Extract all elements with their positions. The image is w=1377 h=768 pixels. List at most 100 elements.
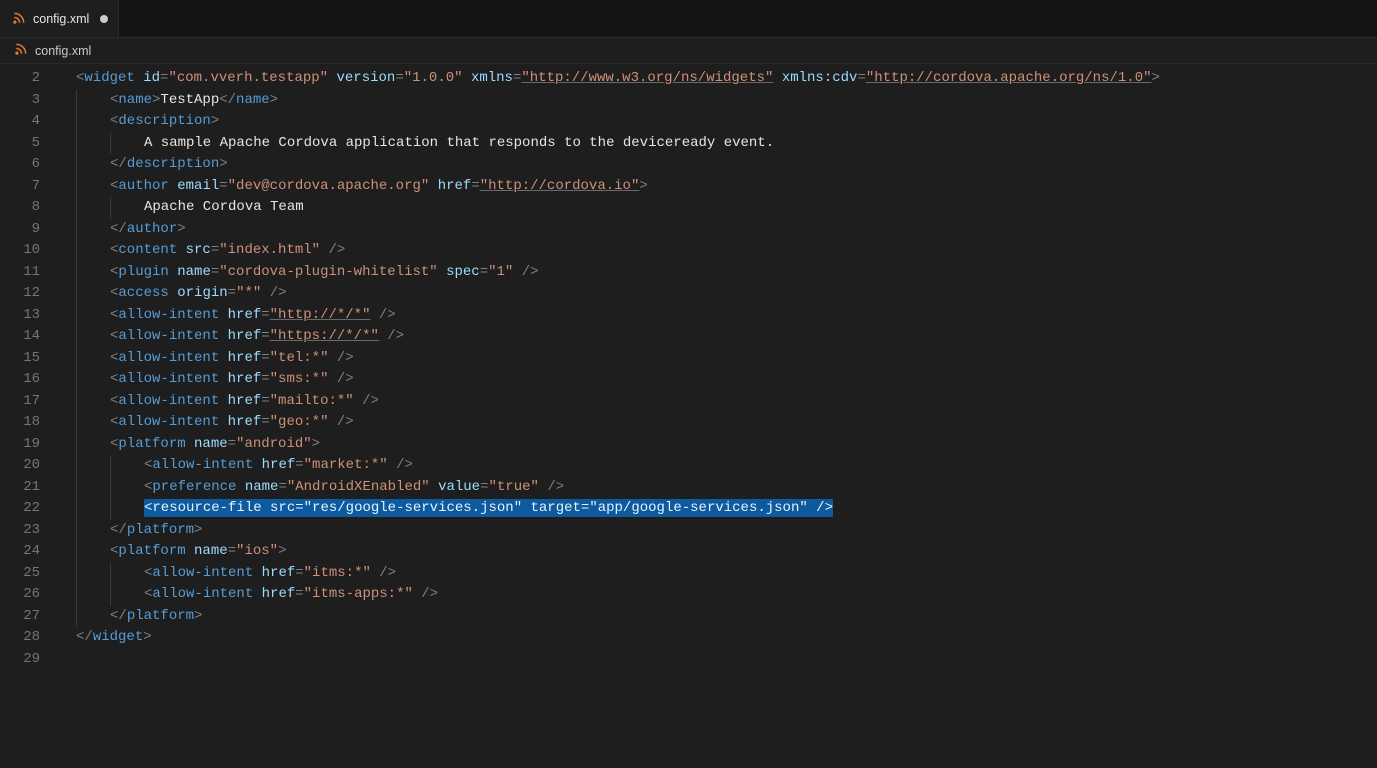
code-line[interactable]: <preference name="AndroidXEnabled" value… — [58, 477, 1377, 499]
token-text — [513, 264, 521, 280]
code-line[interactable] — [58, 649, 1377, 671]
code-line[interactable]: </author> — [58, 219, 1377, 241]
token-text — [463, 70, 471, 86]
code-line[interactable]: </platform> — [58, 520, 1377, 542]
token-attr: target — [531, 500, 581, 516]
token-str: "geo:*" — [270, 414, 329, 430]
token-strl: "http://cordova.io" — [480, 178, 640, 194]
token-text: TestApp — [160, 92, 219, 108]
token-tag: platform — [118, 543, 185, 559]
code-line[interactable]: <allow-intent href="http://*/*" /> — [58, 305, 1377, 327]
token-text — [354, 393, 362, 409]
token-str: "index.html" — [219, 242, 320, 258]
token-punc: </ — [110, 221, 127, 237]
code-line[interactable]: A sample Apache Cordova application that… — [58, 133, 1377, 155]
token-punc: > — [639, 178, 647, 194]
token-punc: = — [261, 393, 269, 409]
line-number: 25 — [0, 563, 58, 585]
token-str: "com.vverh.testapp" — [168, 70, 328, 86]
code-line[interactable]: <allow-intent href="https://*/*" /> — [58, 326, 1377, 348]
indent-guide — [110, 455, 144, 477]
line-number: 26 — [0, 584, 58, 606]
token-text — [253, 586, 261, 602]
token-text — [261, 285, 269, 301]
breadcrumb[interactable]: config.xml — [0, 38, 1377, 64]
token-str: "itms-apps:*" — [304, 586, 413, 602]
token-str: "ios" — [236, 543, 278, 559]
indent-guide — [76, 391, 110, 413]
line-number: 21 — [0, 477, 58, 499]
code-line[interactable]: <allow-intent href="market:*" /> — [58, 455, 1377, 477]
token-strl: "http://cordova.apache.org/ns/1.0" — [866, 70, 1152, 86]
token-tag: content — [118, 242, 177, 258]
code-line[interactable]: <author email="dev@cordova.apache.org" h… — [58, 176, 1377, 198]
indent-guide — [76, 283, 110, 305]
token-text — [430, 479, 438, 495]
indent-guide — [76, 326, 110, 348]
indent-guide — [76, 584, 110, 606]
code-line[interactable]: <allow-intent href="itms-apps:*" /> — [58, 584, 1377, 606]
code-line[interactable]: <allow-intent href="geo:*" /> — [58, 412, 1377, 434]
indent-guide — [76, 563, 110, 585]
line-number: 3 — [0, 90, 58, 112]
line-number: 8 — [0, 197, 58, 219]
token-punc: = — [211, 242, 219, 258]
token-tag: name — [236, 92, 270, 108]
code-line[interactable]: </platform> — [58, 606, 1377, 628]
line-number: 24 — [0, 541, 58, 563]
code-line[interactable]: <allow-intent href="itms:*" /> — [58, 563, 1377, 585]
indent-guide — [76, 455, 110, 477]
token-tag: platform — [118, 436, 185, 452]
token-text — [135, 70, 143, 86]
code-line[interactable]: <content src="index.html" /> — [58, 240, 1377, 262]
code-line[interactable]: <plugin name="cordova-plugin-whitelist" … — [58, 262, 1377, 284]
breadcrumb-label: config.xml — [35, 44, 91, 58]
token-attr: href — [228, 414, 262, 430]
token-punc: > — [1152, 70, 1160, 86]
code-line[interactable]: <allow-intent href="sms:*" /> — [58, 369, 1377, 391]
token-punc: /> — [362, 393, 379, 409]
code-line[interactable]: <allow-intent href="mailto:*" /> — [58, 391, 1377, 413]
code-line[interactable]: </description> — [58, 154, 1377, 176]
xml-file-icon — [12, 11, 26, 27]
token-punc: = — [295, 586, 303, 602]
token-attr: name — [177, 264, 211, 280]
indent-guide — [76, 477, 110, 499]
code-line[interactable]: <widget id="com.vverh.testapp" version="… — [58, 68, 1377, 90]
token-attr: src — [270, 500, 295, 516]
token-attr: origin — [177, 285, 227, 301]
code-area[interactable]: <widget id="com.vverh.testapp" version="… — [58, 64, 1377, 768]
line-number: 15 — [0, 348, 58, 370]
token-punc: /> — [379, 565, 396, 581]
code-line[interactable]: </widget> — [58, 627, 1377, 649]
token-text — [186, 436, 194, 452]
token-punc: = — [211, 264, 219, 280]
token-tag: plugin — [118, 264, 168, 280]
code-line[interactable]: <description> — [58, 111, 1377, 133]
token-punc: = — [395, 70, 403, 86]
line-number: 2 — [0, 68, 58, 90]
code-line[interactable]: <allow-intent href="tel:*" /> — [58, 348, 1377, 370]
line-number: 6 — [0, 154, 58, 176]
token-tag: author — [127, 221, 177, 237]
indent-guide — [76, 176, 110, 198]
code-line[interactable]: <platform name="ios"> — [58, 541, 1377, 563]
code-line[interactable]: <access origin="*" /> — [58, 283, 1377, 305]
code-line[interactable]: <name>TestApp</name> — [58, 90, 1377, 112]
token-punc: </ — [110, 608, 127, 624]
code-line[interactable]: Apache Cordova Team — [58, 197, 1377, 219]
token-tag: platform — [127, 608, 194, 624]
tab-label: config.xml — [33, 12, 89, 26]
indent-guide — [76, 369, 110, 391]
token-text — [429, 178, 437, 194]
code-line[interactable]: <platform name="android"> — [58, 434, 1377, 456]
indent-guide — [110, 197, 144, 219]
token-attr: href — [228, 307, 262, 323]
code-line[interactable]: <resource-file src="res/google-services.… — [58, 498, 1377, 520]
code-editor[interactable]: 2345678910111213141516171819202122232425… — [0, 64, 1377, 768]
token-punc: = — [278, 479, 286, 495]
token-punc: > — [219, 156, 227, 172]
token-text — [328, 70, 336, 86]
tab-config-xml[interactable]: config.xml — [0, 0, 119, 37]
indent-guide — [110, 498, 144, 520]
